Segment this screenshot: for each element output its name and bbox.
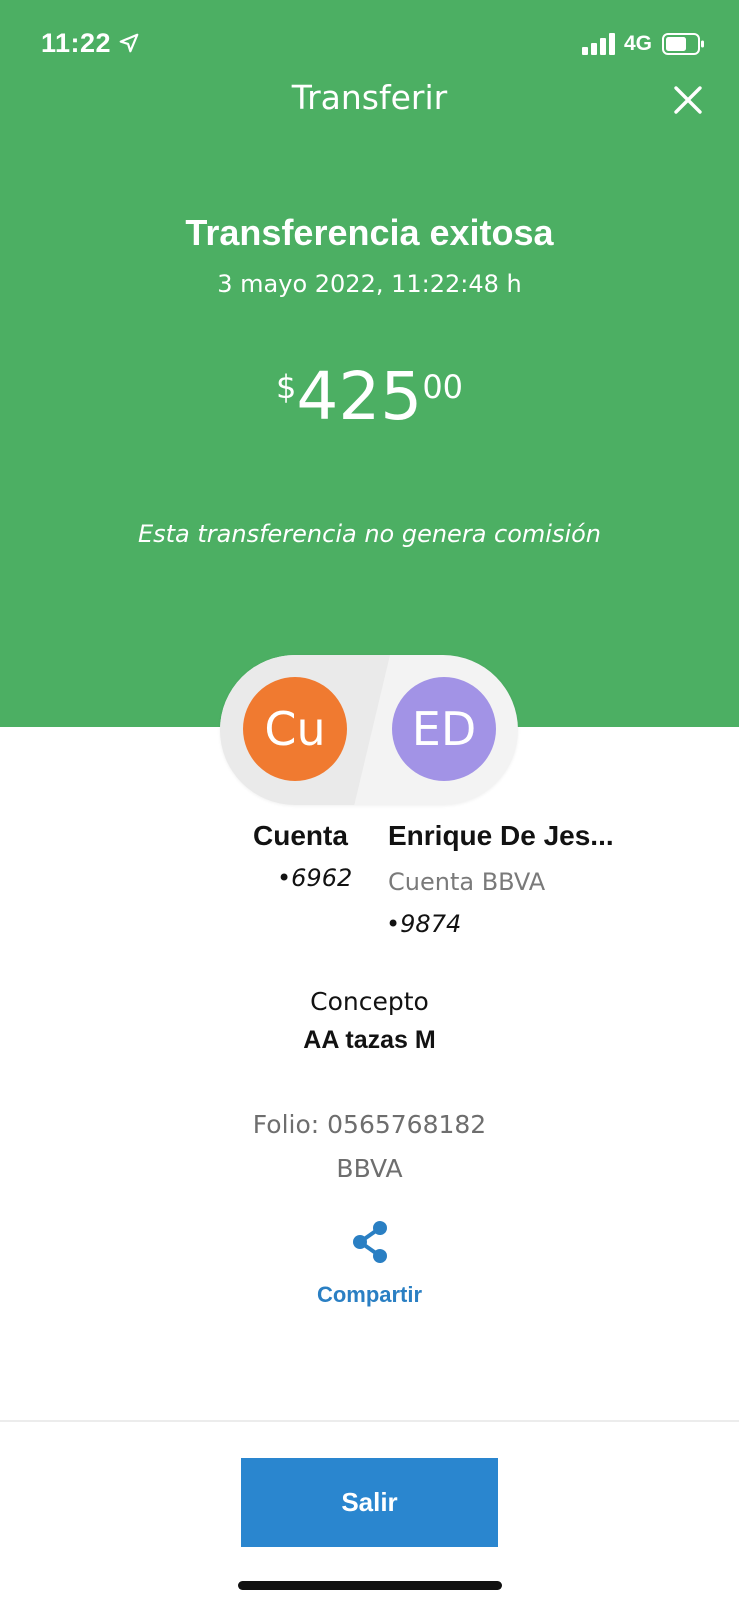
transfer-amount: $42500: [0, 362, 739, 432]
home-indicator: [238, 1581, 502, 1590]
origin-account-number: •6962: [277, 864, 353, 892]
location-arrow-icon: [119, 33, 139, 53]
destination-account-type: Cuenta BBVA: [388, 868, 546, 896]
signal-icon: [582, 33, 618, 55]
status-time: 11:22: [41, 28, 112, 58]
nav-title: Transferir: [291, 78, 448, 117]
amount-integer: 425: [296, 358, 423, 435]
transfer-datetime: 3 mayo 2022, 11:22:48 h: [217, 270, 522, 298]
destination-account-number: •9874: [386, 910, 462, 938]
concept-value: AA tazas M: [303, 1026, 436, 1054]
network-type: 4G: [624, 32, 653, 55]
amount-decimals: 00: [422, 368, 464, 406]
exit-button[interactable]: Salir: [241, 1458, 498, 1547]
success-headline: Transferencia exitosa: [185, 212, 554, 253]
share-icon: [353, 1221, 387, 1263]
accounts-pill: Cu ED: [220, 655, 518, 805]
share-label[interactable]: Compartir: [300, 1282, 439, 1308]
share-button[interactable]: Compartir: [300, 1210, 439, 1320]
fee-note: Esta transferencia no genera comisión: [137, 520, 602, 548]
amount-currency: $: [275, 368, 297, 406]
battery-icon: [662, 33, 704, 55]
concept-label: Concepto: [310, 987, 429, 1016]
success-header: 11:22 4G Transferir Transferencia exitos…: [0, 0, 739, 727]
origin-account-name: Cuenta: [253, 820, 348, 851]
origin-avatar: Cu: [243, 677, 347, 781]
destination-avatar: ED: [392, 677, 496, 781]
close-icon[interactable]: [670, 82, 706, 118]
bank-name: BBVA: [336, 1154, 403, 1183]
footer-divider: [0, 1420, 739, 1422]
folio-number: Folio: 0565768182: [252, 1110, 487, 1139]
destination-name: Enrique De Jes...: [388, 820, 614, 851]
